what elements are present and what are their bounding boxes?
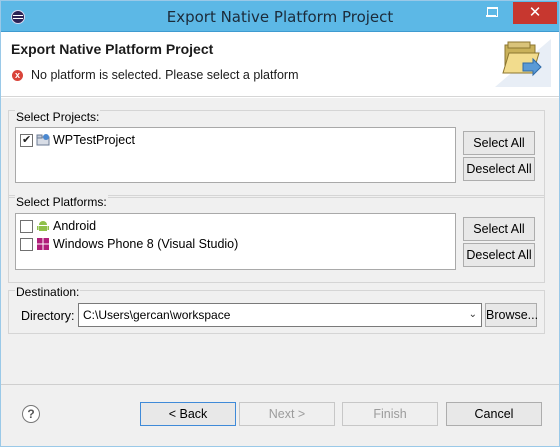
cancel-button[interactable]: Cancel xyxy=(446,402,542,426)
chevron-down-icon[interactable]: ⌄ xyxy=(469,304,477,326)
error-icon: x xyxy=(12,70,23,81)
page-title: Export Native Platform Project xyxy=(11,41,214,57)
wizard-header: Export Native Platform Project x No plat… xyxy=(1,33,559,97)
android-label: Android xyxy=(53,219,97,233)
maximize-button[interactable] xyxy=(479,2,505,24)
list-item[interactable]: Android xyxy=(20,218,96,234)
android-icon xyxy=(37,221,49,231)
windows-icon xyxy=(37,238,49,250)
project-label: WPTestProject xyxy=(53,133,135,147)
projects-deselect-all-button[interactable]: Deselect All xyxy=(463,157,535,181)
projects-list[interactable]: WPTestProject xyxy=(15,127,456,183)
projects-group-label: Select Projects: xyxy=(15,110,101,124)
maximize-icon xyxy=(487,7,498,17)
close-button[interactable]: ✕ xyxy=(513,2,557,24)
windows-phone-checkbox[interactable] xyxy=(20,237,33,251)
directory-label: Directory: xyxy=(21,309,75,323)
destination-group-label: Destination: xyxy=(15,285,81,299)
close-icon: ✕ xyxy=(528,4,542,21)
android-checkbox[interactable] xyxy=(20,219,33,233)
project-checkbox[interactable] xyxy=(20,133,33,147)
directory-value: C:\Users\gercan\workspace xyxy=(83,308,231,322)
window-title: Export Native Platform Project xyxy=(166,8,394,26)
wizard-footer: ? < Back Next > Finish Cancel xyxy=(1,384,559,446)
list-item[interactable]: Windows Phone 8 (Visual Studio) xyxy=(20,236,238,252)
platforms-group-label: Select Platforms: xyxy=(15,195,108,209)
platforms-deselect-all-button[interactable]: Deselect All xyxy=(463,243,535,267)
export-folder-banner-icon xyxy=(495,39,551,87)
error-message: No platform is selected. Please select a… xyxy=(31,68,299,82)
list-item[interactable]: WPTestProject xyxy=(20,132,135,148)
next-button[interactable]: Next > xyxy=(239,402,335,426)
platforms-select-all-button[interactable]: Select All xyxy=(463,217,535,241)
wizard-body: Select Projects: WPTestProject Select Al… xyxy=(1,98,559,384)
finish-button[interactable]: Finish xyxy=(342,402,438,426)
windows-phone-label: Windows Phone 8 (Visual Studio) xyxy=(53,237,239,251)
help-icon[interactable]: ? xyxy=(22,405,40,423)
back-button[interactable]: < Back xyxy=(140,402,236,426)
title-bar: Export Native Platform Project ✕ xyxy=(0,0,560,32)
project-folder-icon xyxy=(36,134,50,146)
platforms-list[interactable]: Android Windows Phone 8 (Visual Studio) xyxy=(15,213,456,270)
directory-combo[interactable]: C:\Users\gercan\workspace ⌄ xyxy=(78,303,482,327)
projects-select-all-button[interactable]: Select All xyxy=(463,131,535,155)
browse-button[interactable]: Browse... xyxy=(485,303,538,327)
